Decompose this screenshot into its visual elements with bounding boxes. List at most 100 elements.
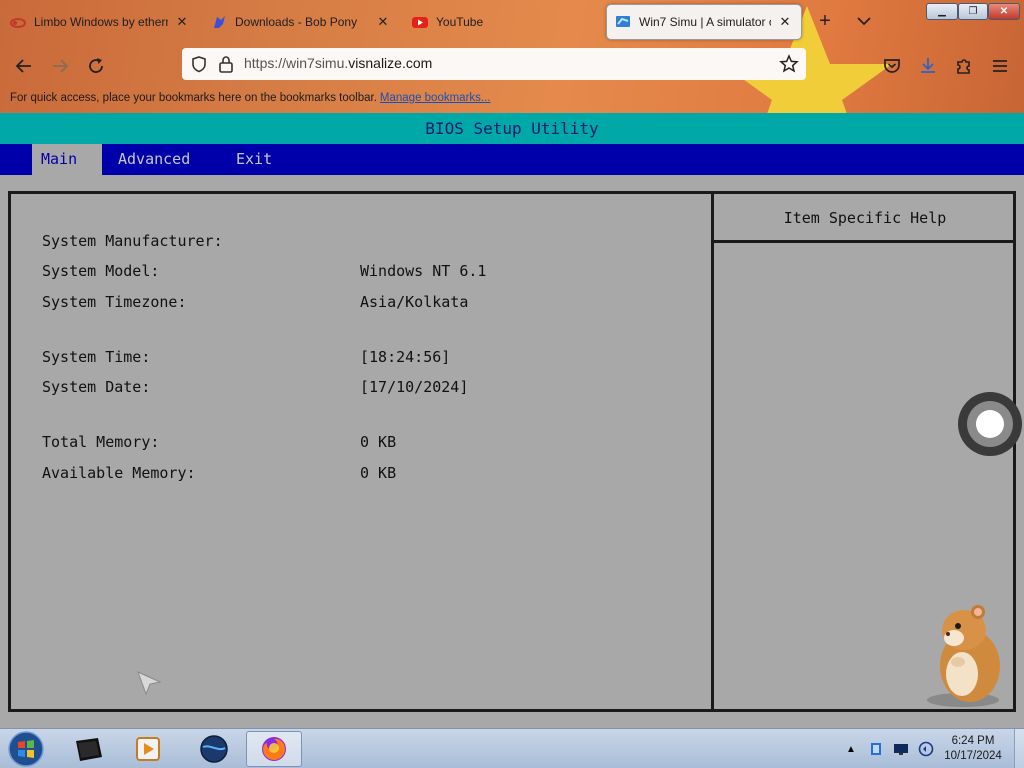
available-memory-label: Available Memory: <box>42 464 196 482</box>
bookmarks-hint: For quick access, place your bookmarks h… <box>10 92 377 104</box>
taskbar-globe-app[interactable] <box>186 731 242 767</box>
network-icon <box>894 744 908 755</box>
new-tab-button[interactable]: + <box>814 10 836 32</box>
minimize-icon: ▁ <box>938 6 946 17</box>
tab-title: YouTube <box>436 15 484 29</box>
url-bar[interactable]: https://win7simu.visnalize.com <box>182 48 806 80</box>
bios-app-icon <box>76 738 102 761</box>
system-timezone-value: Asia/Kolkata <box>360 293 469 311</box>
arrow-left-icon <box>15 59 31 73</box>
pocket-icon <box>884 59 900 73</box>
chevron-down-icon <box>857 17 871 26</box>
globe-icon <box>200 735 228 763</box>
close-tab-icon[interactable]: ✕ <box>375 14 391 30</box>
reload-button[interactable] <box>83 53 109 79</box>
arrow-right-icon <box>53 59 69 73</box>
close-tab-icon[interactable]: ✕ <box>777 14 793 30</box>
show-hidden-icons-button[interactable]: ▲ <box>842 740 860 758</box>
downloads-button[interactable] <box>915 53 941 79</box>
tab-bob-pony[interactable]: Downloads - Bob Pony ✕ <box>203 4 399 40</box>
system-model-label: System Model: <box>42 262 160 280</box>
pocket-button[interactable] <box>879 53 905 79</box>
clock-date: 10/17/2024 <box>944 750 1002 762</box>
bookmarks-toolbar: For quick access, place your bookmarks h… <box>10 92 491 104</box>
bios-main-panel: Item Specific Help System Manufacturer: … <box>8 191 1016 712</box>
bios-title-bar: BIOS Setup Utility <box>0 113 1024 144</box>
url-domain: visnalize.com <box>348 55 433 71</box>
windows-logo-icon <box>8 731 44 767</box>
shield-icon[interactable] <box>190 55 208 73</box>
media-player-icon <box>136 737 160 761</box>
list-all-tabs-button[interactable] <box>853 10 875 32</box>
close-tab-icon[interactable]: ✕ <box>174 14 190 30</box>
back-button[interactable] <box>11 53 37 79</box>
limbo-icon <box>10 18 26 28</box>
system-manufacturer-label: System Manufacturer: <box>42 232 223 250</box>
minimize-window-button[interactable]: ▁ <box>926 3 958 20</box>
available-memory-value: 0 KB <box>360 464 397 482</box>
youtube-icon <box>412 17 428 28</box>
bios-menu-main[interactable]: Main <box>32 144 102 175</box>
system-date-label: System Date: <box>42 378 151 396</box>
taskbar-clock[interactable]: 6:24 PM 10/17/2024 <box>938 734 1008 764</box>
show-desktop-button[interactable] <box>1014 729 1024 768</box>
system-tray: ▲ <box>842 729 942 768</box>
system-time-value[interactable]: [18:24:56] <box>360 348 450 366</box>
flag-tray-icon <box>871 743 881 755</box>
close-icon: ✕ <box>999 6 1009 17</box>
url-text[interactable]: https://win7simu.visnalize.com <box>244 55 432 71</box>
puzzle-icon <box>957 59 970 74</box>
bios-menu-advanced[interactable]: Advanced <box>109 144 199 175</box>
action-center-tray[interactable] <box>867 740 885 758</box>
start-button[interactable] <box>4 730 48 768</box>
bios-menu-exit[interactable]: Exit <box>227 144 281 175</box>
menu-button[interactable] <box>987 53 1013 79</box>
system-date-value[interactable]: [17/10/2024] <box>360 378 468 396</box>
tab-title: Limbo Windows by ethern <box>34 15 168 29</box>
total-memory-value: 0 KB <box>360 433 397 451</box>
restore-icon: ❐ <box>968 6 978 17</box>
windows-taskbar: ▲ 6:24 PM 10/17/2024 <box>0 728 1024 768</box>
network-tray[interactable] <box>892 740 910 758</box>
win7simu-icon <box>616 16 630 27</box>
taskbar-media-player[interactable] <box>120 731 176 767</box>
extensions-button[interactable] <box>951 53 977 79</box>
reload-icon <box>89 58 103 73</box>
help-panel-title: Item Specific Help <box>783 209 947 227</box>
download-icon <box>921 58 935 73</box>
chevron-up-icon: ▲ <box>846 743 856 755</box>
hamster-mascot-icon[interactable] <box>918 600 1008 708</box>
system-time-label: System Time: <box>42 348 151 366</box>
taskbar-bios-app[interactable] <box>60 731 116 767</box>
volume-icon <box>918 741 934 757</box>
manage-bookmarks-link[interactable]: Manage bookmarks... <box>380 92 491 104</box>
taskbar-firefox[interactable] <box>246 731 302 767</box>
restore-window-button[interactable]: ❐ <box>958 3 988 20</box>
star-bookmark-icon[interactable] <box>779 54 799 74</box>
close-window-button[interactable]: ✕ <box>988 3 1020 20</box>
mouse-cursor-icon <box>137 671 162 696</box>
help-header-divider <box>714 240 1016 243</box>
tab-limbo[interactable]: Limbo Windows by ethern ✕ <box>2 4 198 40</box>
navigation-toolbar: https://win7simu.visnalize.com <box>0 44 1024 86</box>
assistive-ring <box>967 401 1013 447</box>
clock-time: 6:24 PM <box>951 735 995 747</box>
browser-chrome: Limbo Windows by ethern ✕ Downloads - Bo… <box>0 0 1024 113</box>
total-memory-label: Total Memory: <box>42 433 160 451</box>
tab-strip: Limbo Windows by ethern ✕ Downloads - Bo… <box>0 0 1024 44</box>
volume-tray[interactable] <box>917 740 935 758</box>
forward-button[interactable] <box>47 53 73 79</box>
system-model-value: Windows NT 6.1 <box>360 262 487 280</box>
tab-win7simu[interactable]: Win7 Simu | A simulator of ✕ <box>606 4 802 40</box>
tab-title: Downloads - Bob Pony <box>235 15 358 29</box>
lock-icon[interactable] <box>218 55 234 73</box>
bios-menu-bar: Main Advanced Exit <box>0 144 1024 175</box>
bob-pony-icon <box>214 16 225 28</box>
firefox-icon <box>262 737 286 761</box>
panel-divider <box>711 194 714 709</box>
tab-youtube[interactable]: YouTube <box>404 4 600 40</box>
system-timezone-label: System Timezone: <box>42 293 187 311</box>
assistive-touch-button[interactable] <box>958 392 1022 456</box>
url-prefix: https://win7simu. <box>244 55 349 71</box>
hamburger-menu-icon <box>993 60 1007 72</box>
